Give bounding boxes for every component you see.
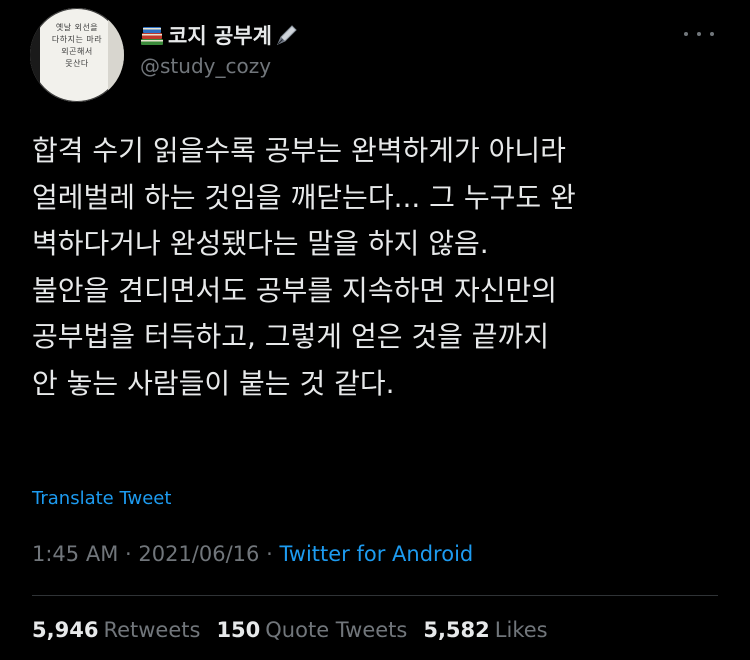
tweet-time[interactable]: 1:45 AM (32, 542, 118, 566)
quote-tweets-stat[interactable]: 150 Quote Tweets (216, 618, 407, 642)
display-name[interactable]: 코지 공부계 (168, 20, 272, 50)
avatar-note: 옛날 외선을 다하지는 마라 외곤해서 못산다 (42, 22, 112, 70)
author-name-row[interactable]: 코지 공부계 (140, 20, 299, 50)
avatar-note-line: 못산다 (65, 59, 89, 68)
tweet-text-line: 공부법을 터득하고, 그렇게 얻은 것을 끝까지 (32, 320, 550, 353)
retweets-count: 5,946 (32, 618, 99, 642)
tweet-text-line: 얼레벌레 하는 것임을 깨닫는다... 그 누구도 완 (32, 180, 576, 214)
more-dot (697, 32, 701, 36)
tweet-text-line: 벽하다거나 완성됐다는 말을 하지 않음. (32, 227, 489, 260)
more-dot (684, 32, 688, 36)
author-handle[interactable]: @study_cozy (140, 54, 271, 78)
quote-tweets-count: 150 (216, 618, 261, 642)
tweet-meta: 1:45 AM · 2021/06/16 · Twitter for Andro… (32, 542, 473, 566)
divider (32, 595, 718, 596)
tweet-text: 합격 수기 읽을수록 공부는 완벽하게가 아니라 얼레벌레 하는 것임을 깨닫는… (32, 128, 722, 407)
books-icon (140, 23, 164, 47)
avatar-note-line: 옛날 외선을 (55, 23, 99, 32)
avatar-note-line: 다하지는 마라 (51, 35, 103, 44)
tweet-stats: 5,946 Retweets 150 Quote Tweets 5,582 Likes (32, 618, 564, 642)
more-options-icon[interactable] (684, 26, 714, 42)
tweet-text-line: 합격 수기 읽을수록 공부는 완벽하게가 아니라 (32, 134, 566, 167)
retweets-label: Retweets (103, 618, 201, 642)
translate-tweet-link[interactable]: Translate Tweet (32, 488, 171, 509)
likes-label: Likes (494, 618, 548, 642)
pen-nib-icon (275, 23, 299, 47)
likes-count: 5,582 (423, 618, 490, 642)
tweet-date[interactable]: 2021/06/16 (138, 542, 259, 566)
likes-stat[interactable]: 5,582 Likes (423, 618, 547, 642)
retweets-stat[interactable]: 5,946 Retweets (32, 618, 200, 642)
avatar[interactable]: 옛날 외선을 다하지는 마라 외곤해서 못산다 (30, 8, 124, 102)
tweet-source-link[interactable]: Twitter for Android (279, 542, 473, 566)
avatar-photo-edge (30, 8, 40, 102)
avatar-note-line: 외곤해서 (61, 47, 93, 56)
quote-tweets-label: Quote Tweets (265, 618, 408, 642)
meta-separator: · (259, 542, 280, 566)
tweet-text-line: 불안을 견디면서도 공부를 지속하면 자신만의 (32, 273, 558, 307)
more-dot (710, 32, 714, 36)
tweet-text-line: 안 놓는 사람들이 붙는 것 같다. (32, 366, 395, 400)
meta-separator: · (118, 542, 139, 566)
